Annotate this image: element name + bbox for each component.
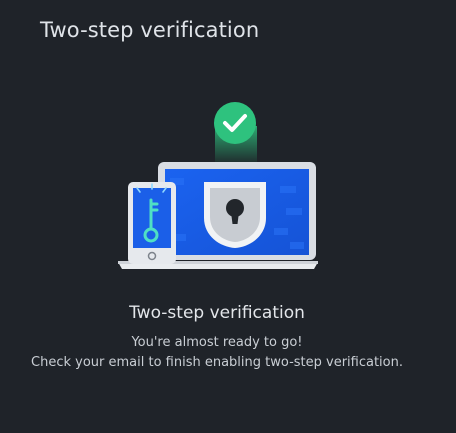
lock-icon	[204, 182, 266, 248]
instruction-message: Check your email to finish enabling two-…	[31, 355, 403, 370]
page-title: Two-step verification	[40, 18, 260, 42]
phone-icon	[128, 182, 176, 264]
content-heading: Two-step verification	[129, 303, 305, 323]
check-icon	[214, 102, 256, 144]
status-message: You're almost ready to go!	[131, 335, 303, 350]
two-step-illustration	[110, 96, 330, 276]
